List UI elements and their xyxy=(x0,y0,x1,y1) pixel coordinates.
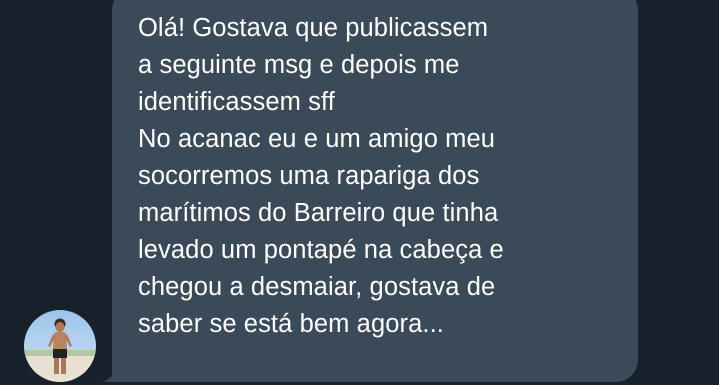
user-avatar-icon xyxy=(24,310,96,382)
message-text: Olá! Gostava que publicassem a seguinte … xyxy=(138,14,504,338)
sender-avatar[interactable] xyxy=(24,310,96,382)
bubble-tail xyxy=(102,368,122,382)
chat-area: Olá! Gostava que publicassem a seguinte … xyxy=(0,0,719,385)
